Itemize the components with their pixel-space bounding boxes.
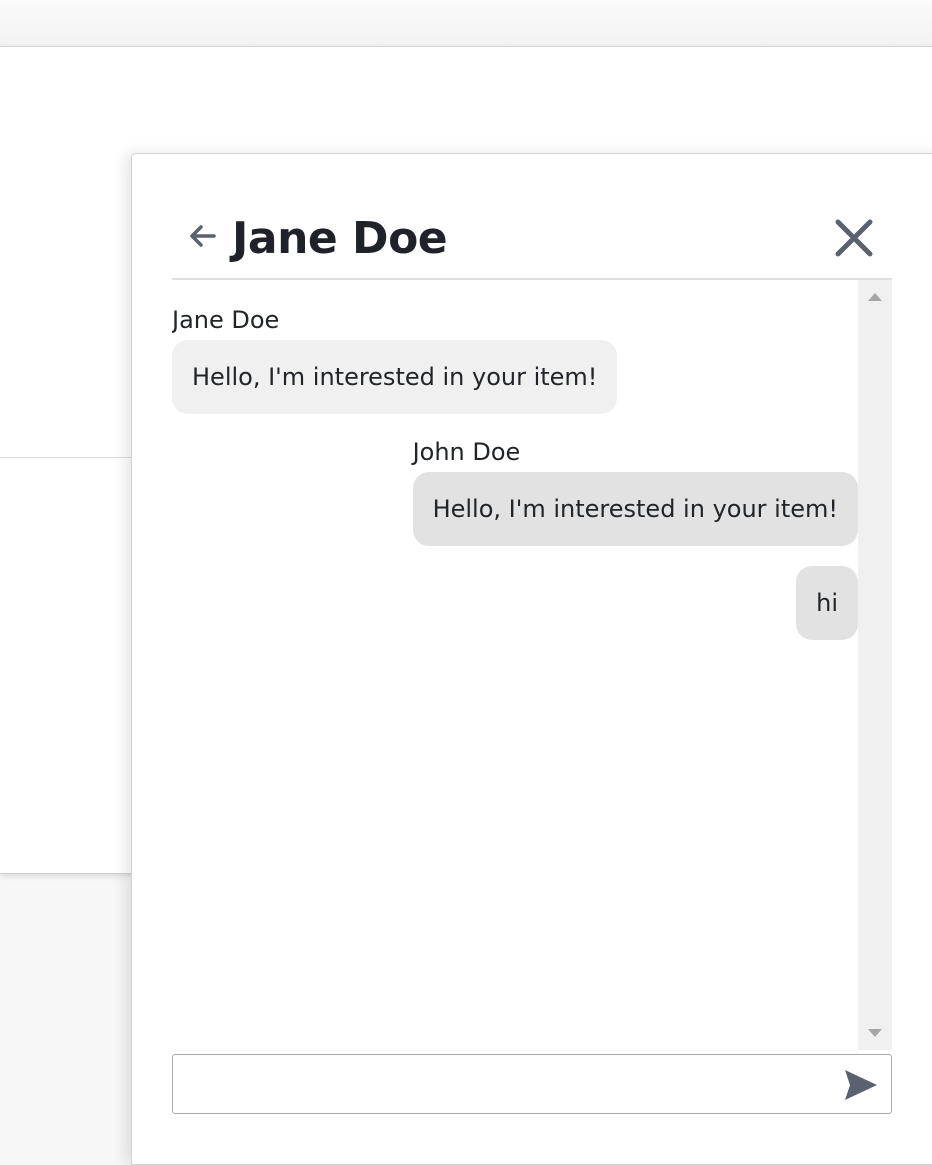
message-input[interactable] <box>173 1055 823 1113</box>
background-divider <box>0 457 140 458</box>
message-bubble: Hello, I'm interested in your item! <box>412 472 858 546</box>
chat-title: Jane Doe <box>232 213 448 264</box>
message-incoming: Jane Doe Hello, I'm interested in your i… <box>172 304 618 414</box>
message-sender: John Doe <box>412 438 521 466</box>
back-button[interactable] <box>184 218 220 254</box>
chat-panel: Jane Doe Jane Doe Hello, I'm interested … <box>131 153 932 1165</box>
message-bubble: Hello, I'm interested in your item! <box>172 340 618 414</box>
messages-scrollbar[interactable] <box>858 280 892 1050</box>
message-bubble: hi <box>796 566 858 640</box>
close-icon <box>835 219 873 257</box>
message-outgoing: John Doe Hello, I'm interested in your i… <box>412 436 858 546</box>
arrow-left-icon <box>190 225 216 247</box>
chat-header: Jane Doe <box>172 206 892 280</box>
send-icon <box>845 1070 877 1100</box>
message-sender: Jane Doe <box>172 306 280 334</box>
message-outgoing: hi <box>796 562 858 640</box>
close-button[interactable] <box>832 216 876 260</box>
scroll-down-arrow-icon[interactable] <box>868 1029 882 1037</box>
background-top-strip <box>0 0 932 46</box>
messages-list[interactable]: Jane Doe Hello, I'm interested in your i… <box>172 280 858 1050</box>
send-button[interactable] <box>843 1067 879 1103</box>
scroll-up-arrow-icon[interactable] <box>868 293 882 301</box>
message-composer <box>172 1054 892 1114</box>
